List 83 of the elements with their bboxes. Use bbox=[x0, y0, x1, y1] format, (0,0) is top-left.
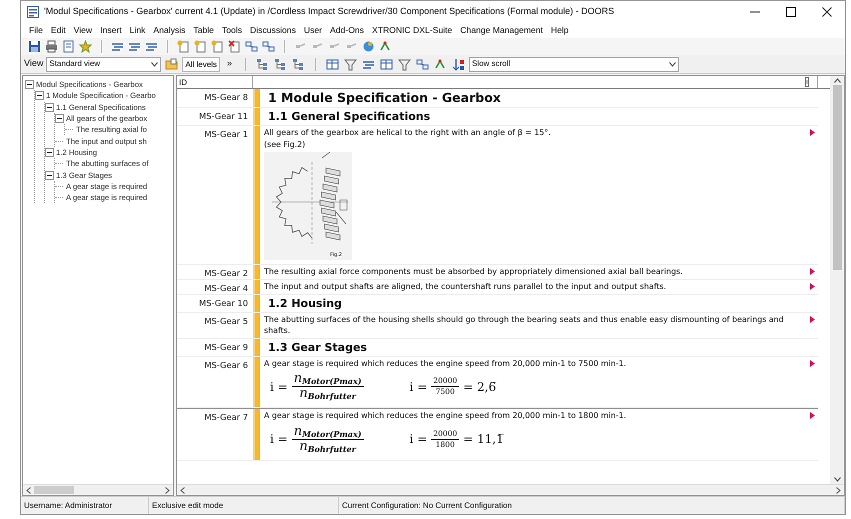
menu-item[interactable]: Edit bbox=[46, 23, 70, 38]
filter-icon[interactable] bbox=[398, 58, 411, 70]
collapse-icon[interactable] bbox=[45, 148, 54, 157]
formula: i = n$_{Motor(Pmax)}$ n$_{Bohrfutter}$ bbox=[270, 372, 364, 401]
dropdown-caret-icon[interactable] bbox=[668, 62, 676, 66]
link-icon[interactable] bbox=[245, 40, 258, 53]
scroll-right-icon[interactable] bbox=[165, 486, 170, 494]
requirement-id: MS-Gear 11 bbox=[198, 110, 249, 123]
print-icon[interactable] bbox=[45, 40, 58, 53]
module-window-icon bbox=[27, 6, 39, 18]
column-header[interactable]: ID bbox=[177, 76, 253, 88]
horizontal-scrollbar[interactable] bbox=[23, 484, 173, 495]
requirement-id: MS-Gear 2 bbox=[203, 266, 249, 278]
requirement-id: MS-Gear 1 bbox=[203, 128, 249, 141]
menu-item[interactable]: Help bbox=[546, 23, 573, 38]
menu-item[interactable]: Analysis bbox=[149, 23, 190, 38]
menu-item[interactable]: XTRONIC DXL-Suite bbox=[368, 23, 456, 38]
menu-item[interactable]: Discussions bbox=[246, 23, 300, 38]
status-text: Username: Administrator bbox=[21, 497, 149, 514]
status-text: Exclusive edit mode bbox=[149, 497, 339, 514]
column-menu-icon[interactable] bbox=[805, 77, 809, 87]
section-heading: 1.2 Housing bbox=[267, 296, 343, 310]
document-icon[interactable] bbox=[194, 40, 207, 53]
delete-icon[interactable] bbox=[228, 40, 241, 53]
link-icon[interactable] bbox=[262, 40, 275, 53]
requirement-id: MS-Gear 9 bbox=[203, 340, 249, 354]
requirement-id: MS-Gear 7 bbox=[203, 411, 249, 424]
menu-item[interactable]: Table bbox=[189, 23, 218, 38]
section-heading: 1.1 General Specifications bbox=[267, 109, 432, 124]
requirement-id: MS-Gear 5 bbox=[203, 314, 249, 328]
scroll-left-icon[interactable] bbox=[26, 486, 31, 494]
collapse-icon[interactable] bbox=[35, 91, 44, 100]
sort-icon[interactable] bbox=[452, 58, 465, 70]
menu-item[interactable]: Link bbox=[126, 23, 150, 38]
collapse-icon[interactable] bbox=[45, 102, 54, 112]
save-icon[interactable] bbox=[28, 40, 41, 53]
hierarchy-icon[interactable] bbox=[292, 58, 305, 70]
status-text: Current Configuration: No Current Configuration bbox=[339, 497, 845, 514]
document-icon[interactable] bbox=[177, 40, 190, 53]
object-level-bar bbox=[253, 409, 260, 460]
view-dropdown[interactable]: Standard view bbox=[46, 56, 162, 72]
menu-item[interactable]: Tools bbox=[218, 23, 246, 38]
scroll-right-icon[interactable] bbox=[836, 486, 841, 494]
link-icon[interactable] bbox=[416, 58, 429, 70]
toolbar-overflow-button[interactable]: » bbox=[222, 57, 236, 71]
view-label: View bbox=[24, 57, 44, 70]
document-icon[interactable] bbox=[62, 40, 75, 53]
requirement-id: MS-Gear 4 bbox=[203, 282, 249, 294]
hierarchy-icon[interactable] bbox=[256, 58, 269, 70]
section-heading: 1 Module Specification - Gearbox bbox=[267, 90, 502, 106]
maximize-icon bbox=[786, 7, 796, 17]
menu-item[interactable]: Add-Ons bbox=[326, 23, 368, 38]
menu-item[interactable]: Change Management bbox=[456, 23, 547, 38]
levels-button[interactable]: All levels bbox=[182, 56, 220, 72]
table-icon[interactable] bbox=[380, 58, 393, 70]
document-icon[interactable] bbox=[211, 40, 224, 53]
menu-item[interactable]: View bbox=[70, 23, 96, 38]
scroll-left-icon[interactable] bbox=[180, 486, 185, 494]
folder-icon[interactable] bbox=[165, 58, 178, 70]
scroll-up-icon[interactable] bbox=[834, 78, 840, 83]
scroll-down-icon[interactable] bbox=[834, 477, 840, 482]
horizontal-scrollbar[interactable] bbox=[177, 484, 844, 495]
collapse-icon[interactable] bbox=[55, 114, 64, 124]
hierarchy-icon[interactable] bbox=[274, 58, 287, 70]
formula: i = n$_{Motor(Pmax)}$ n$_{Bohrfutter}$ bbox=[270, 424, 364, 454]
menu-item[interactable]: File bbox=[25, 23, 47, 38]
collapse-icon[interactable] bbox=[25, 80, 34, 90]
requirement-id: MS-Gear 8 bbox=[203, 91, 249, 104]
table-icon[interactable] bbox=[326, 58, 339, 70]
collapse-icon[interactable] bbox=[45, 170, 54, 180]
requirement-id: MS-Gear 6 bbox=[203, 358, 249, 372]
menu-item[interactable]: Insert bbox=[96, 23, 126, 38]
close-icon bbox=[822, 7, 832, 17]
star-icon[interactable] bbox=[79, 40, 92, 53]
globe-icon[interactable] bbox=[362, 40, 375, 53]
filter-icon[interactable] bbox=[344, 58, 357, 70]
requirement-id: MS-Gear 10 bbox=[198, 296, 249, 310]
section-heading: 1.3 Gear Stages bbox=[267, 340, 368, 354]
scroll-mode-dropdown[interactable]: Slow scroll bbox=[468, 56, 679, 72]
dropdown-caret-icon[interactable] bbox=[151, 62, 158, 66]
vertical-scrollbar[interactable] bbox=[830, 76, 844, 484]
window-title: 'Modul Specifications - Gearbox' current 4.1 (Update) in /Cordless Impact Screwdriver/30 Component Specifications (Formal module) - DOORS bbox=[44, 5, 614, 18]
menu-item[interactable]: User bbox=[300, 23, 326, 38]
